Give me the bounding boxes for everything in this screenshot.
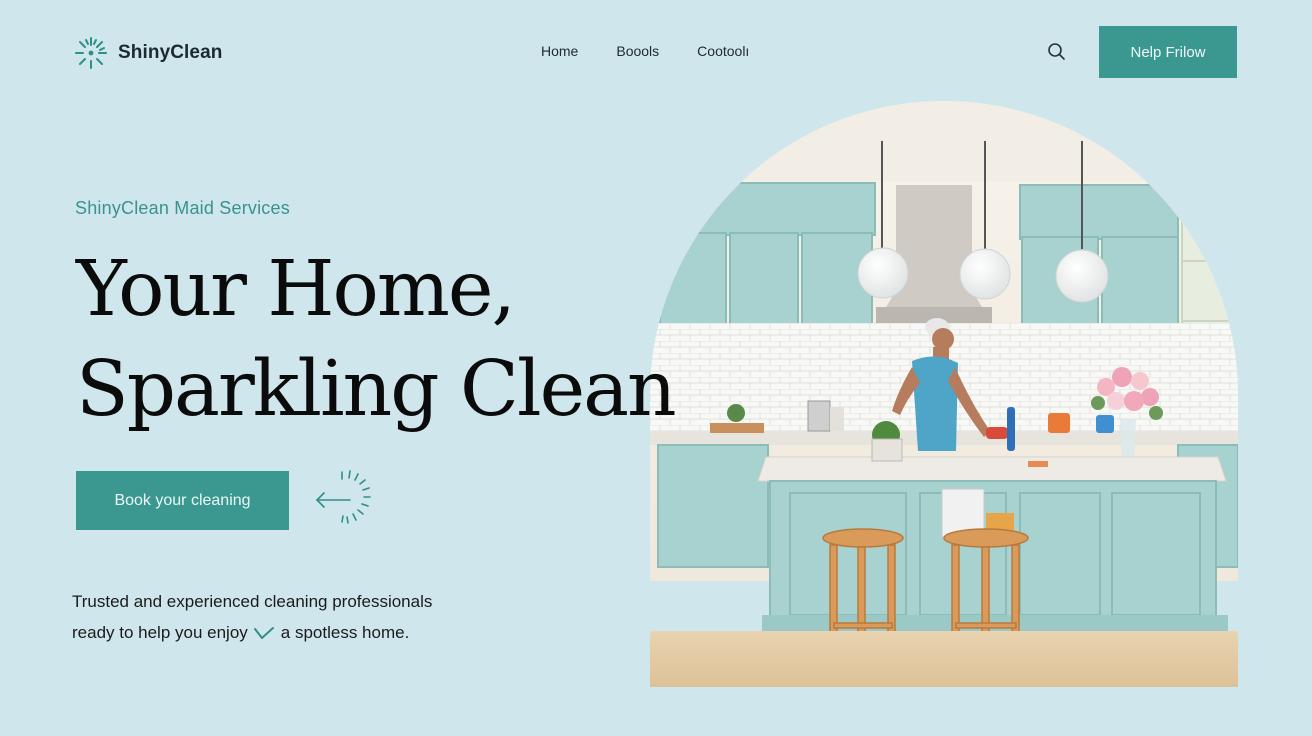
nav-item-home[interactable]: Home xyxy=(541,43,578,59)
description-line-2: ready to help you enjoy a spotless home. xyxy=(72,617,432,648)
search-button[interactable] xyxy=(1046,41,1068,63)
sparkle-arrow-icon xyxy=(315,470,371,524)
kitchen-cleaning-photo xyxy=(650,101,1238,687)
hero-image xyxy=(650,101,1238,687)
description-line-1: Trusted and experienced cleaning profess… xyxy=(72,592,433,611)
header-cta-button[interactable]: Nelp Frilow xyxy=(1099,26,1237,78)
hero-eyebrow: ShinyClean Maid Services xyxy=(75,198,290,218)
headline-line-2: Sparkling Clean xyxy=(76,345,677,434)
description-text-b: a spotless home. xyxy=(280,623,410,642)
brand-name: ShinyClean xyxy=(118,42,223,63)
nav-item-boools[interactable]: Boools xyxy=(616,43,659,59)
nav-item-cootool[interactable]: Cootoolı xyxy=(697,43,749,59)
hero-headline: Your Home, Sparkling Clean xyxy=(76,240,677,440)
description-text-a: ready to help you enjoy xyxy=(72,623,248,642)
headline-line-1: Your Home, xyxy=(76,245,516,334)
main-nav: Home Boools Cootoolı xyxy=(541,43,749,59)
sparkle-icon xyxy=(75,37,107,69)
checkmark-icon xyxy=(253,626,274,639)
search-icon xyxy=(1048,43,1065,60)
brand-logo[interactable]: ShinyClean xyxy=(72,34,222,72)
hero-description: Trusted and experienced cleaning profess… xyxy=(72,586,432,648)
book-cleaning-button[interactable]: Book your cleaning xyxy=(76,471,289,530)
